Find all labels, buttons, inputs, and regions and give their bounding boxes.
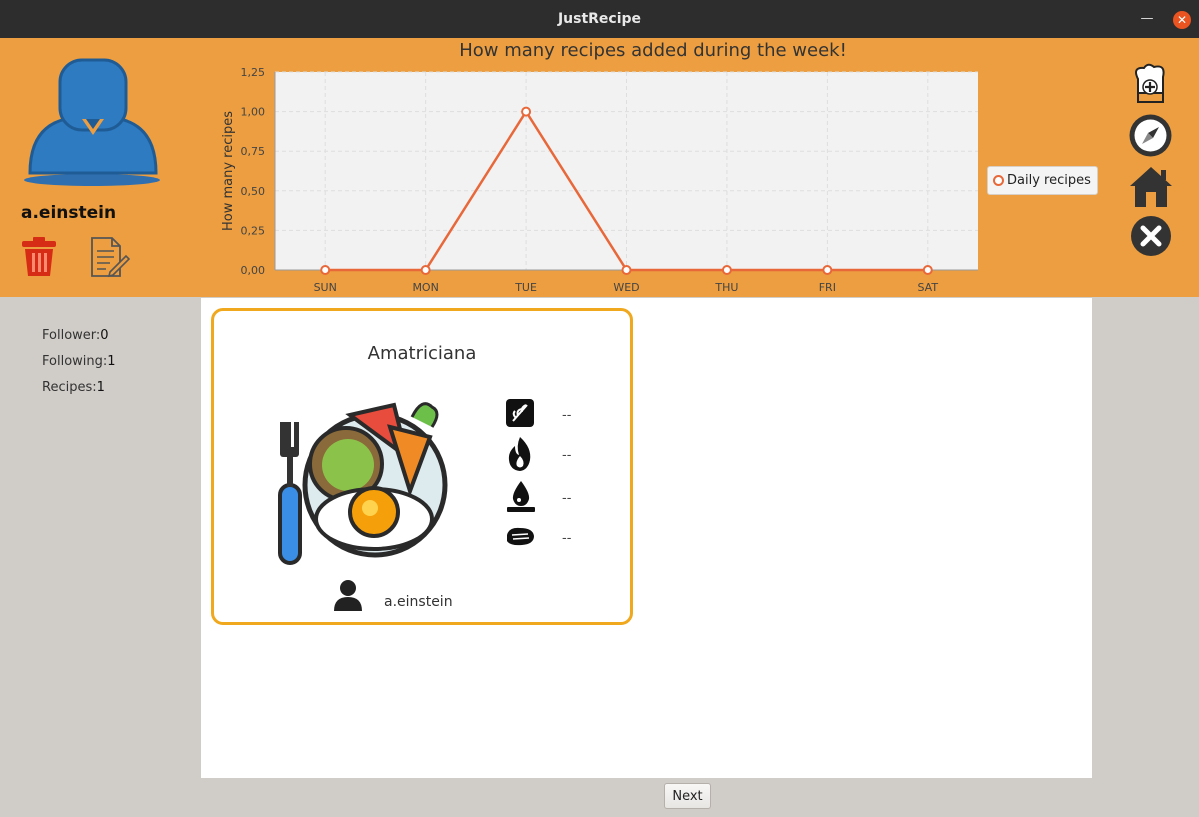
nutrition-value-2: -- <box>562 448 572 463</box>
chart-xtick-label: SAT <box>917 281 938 294</box>
chart-xtick-label: TUE <box>514 281 537 294</box>
grain-icon <box>506 399 534 427</box>
user-avatar <box>24 58 160 186</box>
window-title: JustRecipe <box>557 11 642 27</box>
maximize-icon[interactable] <box>1147 11 1165 27</box>
food-plate-icon <box>278 402 448 565</box>
next-button[interactable]: Next <box>664 783 711 809</box>
chef-hat-add-icon[interactable] <box>1130 63 1172 105</box>
oil-drop-icon <box>507 481 535 512</box>
author-avatar-icon <box>334 580 362 611</box>
nutrition-value-3: -- <box>562 491 572 506</box>
follower-stat: Follower:0 <box>42 328 109 343</box>
following-stat: Following:1 <box>42 354 116 369</box>
chart-point-sun <box>320 265 331 275</box>
weekly-recipes-chart: 0,00 0,25 0,50 0,75 1,00 1,25 SUN MON TUE WED THU… <box>221 66 978 294</box>
chart-ytick-label: 1,25 <box>241 66 266 79</box>
recipe-card[interactable]: Amatriciana -- -- -- -- a.einstein <box>211 308 633 625</box>
chart-ytick-label: 0,00 <box>241 264 266 277</box>
chart-xtick-label: SUN <box>314 281 337 294</box>
title-bar: JustRecipe — ✕ <box>0 0 1199 38</box>
follower-value: 0 <box>100 328 109 343</box>
recipes-stat: Recipes:1 <box>42 380 105 395</box>
recipe-author[interactable]: a.einstein <box>384 594 453 610</box>
close-window-button[interactable]: ✕ <box>1173 11 1191 29</box>
chart-point-fri <box>822 265 833 275</box>
following-value: 1 <box>107 354 116 369</box>
chart-ytick-label: 0,25 <box>241 224 266 237</box>
nutrition-value-4: -- <box>562 531 572 546</box>
steak-icon <box>507 527 534 546</box>
recipes-label: Recipes: <box>42 380 97 395</box>
chart-point-tue <box>521 106 532 117</box>
compass-icon[interactable] <box>1128 113 1173 158</box>
chart-point-thu <box>721 265 732 275</box>
nutrition-value-1: -- <box>562 408 572 423</box>
edit-document-icon[interactable] <box>90 236 130 278</box>
chart-ytick-label: 0,75 <box>241 145 266 158</box>
recipes-value: 1 <box>96 380 105 395</box>
chart-xtick-label: FRI <box>819 281 836 294</box>
flame-icon <box>508 437 531 471</box>
chart-ytick-label: 1,00 <box>241 106 266 119</box>
close-icon[interactable] <box>1130 215 1172 257</box>
trash-icon[interactable] <box>21 236 57 278</box>
chart-point-mon <box>420 265 431 275</box>
legend-label: Daily recipes <box>1007 173 1091 188</box>
home-icon[interactable] <box>1128 165 1174 209</box>
chart-ytick-label: 0,50 <box>241 185 266 198</box>
legend-marker <box>993 175 1004 186</box>
recipe-title: Amatriciana <box>367 343 477 364</box>
following-label: Following: <box>42 354 108 369</box>
profile-username: a.einstein <box>21 203 117 223</box>
chart-xtick-label: WED <box>613 281 639 294</box>
chart-legend: Daily recipes <box>987 166 1098 195</box>
chart-title: How many recipes added during the week! <box>459 40 847 61</box>
chart-ylabel: How many recipes <box>221 111 236 231</box>
follower-label: Follower: <box>42 328 101 343</box>
chart-point-sat <box>922 265 933 275</box>
chart-xtick-label: THU <box>714 281 738 294</box>
chart-xtick-label: MON <box>412 281 438 294</box>
chart-point-wed <box>621 265 632 275</box>
